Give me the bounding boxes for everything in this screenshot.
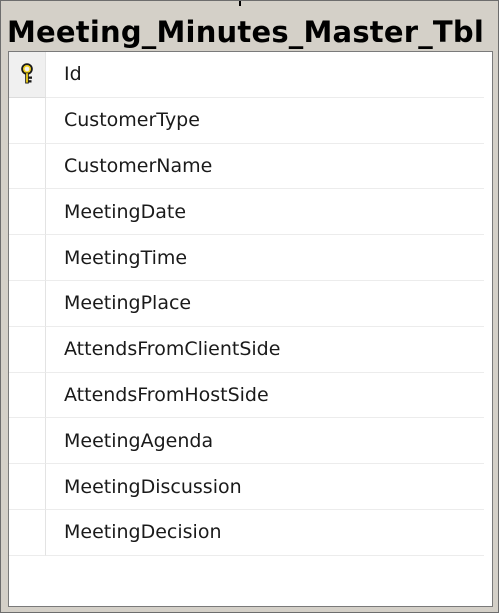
column-name: MeetingDecision xyxy=(46,510,484,556)
row-selector[interactable] xyxy=(9,97,46,144)
column-name: Id xyxy=(46,52,484,98)
column-list: Id CustomerType CustomerName MeetingDate… xyxy=(9,52,492,556)
column-row[interactable]: AttendsFromHostSide xyxy=(9,372,492,419)
column-row[interactable]: MeetingDiscussion xyxy=(9,464,492,510)
table-diagram-box[interactable]: Meeting_Minutes_Master_Tbl Id CustomerTy… xyxy=(0,0,499,613)
row-selector[interactable] xyxy=(9,464,46,510)
column-name: AttendsFromClientSide xyxy=(46,327,484,373)
row-selector[interactable] xyxy=(9,235,46,281)
column-name: MeetingDate xyxy=(46,189,484,236)
row-selector[interactable] xyxy=(9,418,46,465)
row-selector[interactable] xyxy=(9,52,46,98)
column-name: CustomerType xyxy=(46,98,484,144)
column-row[interactable]: MeetingDate xyxy=(9,189,492,236)
column-name: MeetingPlace xyxy=(46,281,484,327)
row-selector[interactable] xyxy=(9,372,46,419)
table-title[interactable]: Meeting_Minutes_Master_Tbl xyxy=(2,13,498,51)
column-name: MeetingDiscussion xyxy=(46,464,484,510)
column-row[interactable]: MeetingTime xyxy=(9,235,492,281)
row-selector[interactable] xyxy=(9,509,46,556)
column-name: CustomerName xyxy=(46,144,484,190)
column-row-id[interactable]: Id xyxy=(9,52,492,98)
column-row[interactable]: MeetingPlace xyxy=(9,280,492,327)
column-row[interactable]: MeetingDecision xyxy=(9,509,492,556)
row-selector[interactable] xyxy=(9,189,46,236)
connector-notch xyxy=(239,1,241,6)
column-name: AttendsFromHostSide xyxy=(46,373,484,419)
column-row[interactable]: CustomerType xyxy=(9,97,492,144)
column-row[interactable]: CustomerName xyxy=(9,143,492,190)
row-selector[interactable] xyxy=(9,280,46,327)
primary-key-icon xyxy=(19,63,35,85)
column-name: MeetingAgenda xyxy=(46,418,484,465)
row-selector[interactable] xyxy=(9,326,46,373)
column-list-panel: Id CustomerType CustomerName MeetingDate… xyxy=(8,51,493,607)
column-row[interactable]: AttendsFromClientSide xyxy=(9,326,492,373)
column-row[interactable]: MeetingAgenda xyxy=(9,418,492,465)
column-name: MeetingTime xyxy=(46,235,484,281)
row-selector[interactable] xyxy=(9,143,46,190)
